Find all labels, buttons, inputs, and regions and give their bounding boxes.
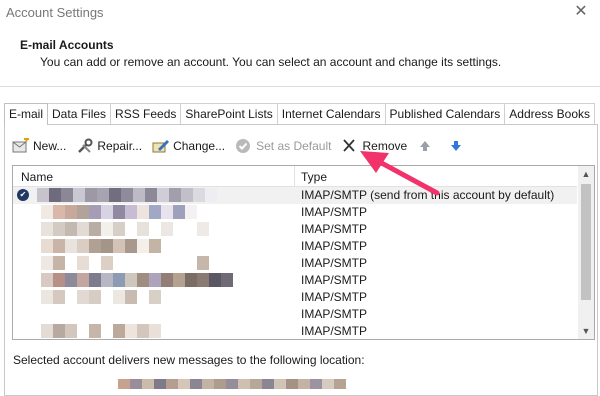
redacted-account-name	[41, 239, 161, 253]
table-row[interactable]: IMAP/SMTP	[13, 272, 577, 289]
title-bar: Account Settings ✕	[0, 0, 600, 26]
tab-sharepoint-lists[interactable]: SharePoint Lists	[180, 103, 278, 124]
scroll-up-button[interactable]: ▲	[578, 166, 594, 182]
tab-internet-calendars[interactable]: Internet Calendars	[276, 103, 386, 124]
new-button[interactable]: New...	[12, 136, 66, 156]
tab-published-calendars[interactable]: Published Calendars	[384, 103, 506, 124]
table-row[interactable]: ✔ IMAP/SMTP (send from this account by d…	[13, 187, 577, 204]
default-account-check-icon: ✔	[17, 189, 29, 201]
table-row[interactable]: IMAP/SMTP	[13, 238, 577, 255]
column-header-name[interactable]: Name	[21, 170, 53, 184]
arrow-up-icon	[420, 141, 431, 151]
column-divider[interactable]	[294, 166, 295, 186]
chevron-down-icon: ▼	[581, 326, 591, 336]
redacted-account-name	[37, 188, 217, 202]
redacted-account-name	[41, 273, 233, 287]
header-divider	[0, 86, 600, 87]
set-as-default-button[interactable]: Set as Default	[235, 136, 331, 156]
change-button[interactable]: Change...	[152, 136, 225, 156]
scroll-down-button[interactable]: ▼	[578, 323, 594, 339]
list-scrollbar[interactable]: ▲ ▼	[578, 166, 594, 339]
column-header-type[interactable]: Type	[301, 170, 327, 184]
remove-button[interactable]: Remove	[341, 136, 407, 156]
accounts-list: Name Type ✔ IMAP/SMTP (send from this ac…	[12, 165, 595, 340]
account-type: IMAP/SMTP	[301, 222, 368, 236]
new-button-label: New...	[33, 139, 67, 153]
chevron-up-icon: ▲	[581, 169, 591, 179]
account-type: IMAP/SMTP	[301, 256, 368, 270]
window-title: Account Settings	[6, 5, 104, 20]
set-as-default-label: Set as Default	[256, 139, 332, 153]
remove-x-icon	[343, 139, 356, 152]
tab-data-files[interactable]: Data Files	[47, 103, 112, 124]
section-description: You can add or remove an account. You ca…	[40, 55, 502, 69]
tab-address-books[interactable]: Address Books	[504, 103, 595, 124]
new-account-icon	[12, 138, 29, 153]
move-up-button[interactable]	[417, 136, 438, 156]
change-settings-icon	[152, 140, 170, 153]
remove-button-label: Remove	[362, 139, 408, 153]
account-type: IMAP/SMTP	[301, 205, 368, 219]
close-button[interactable]: ✕	[570, 2, 592, 22]
delivery-location-label: Selected account delivers new messages t…	[13, 353, 365, 367]
account-type: IMAP/SMTP	[301, 273, 368, 287]
repair-button-label: Repair...	[97, 139, 143, 153]
move-down-button[interactable]	[448, 136, 469, 156]
table-row[interactable]: IMAP/SMTP	[13, 306, 577, 323]
scroll-thumb[interactable]	[581, 184, 591, 300]
list-header: Name Type	[13, 166, 577, 187]
redacted-account-name	[41, 256, 209, 270]
account-type: IMAP/SMTP	[301, 324, 368, 338]
redacted-account-name	[41, 290, 161, 304]
repair-tools-icon	[78, 138, 93, 153]
redacted-account-name	[41, 324, 161, 338]
tab-email[interactable]: E-mail	[4, 103, 49, 125]
redacted-account-name	[41, 222, 209, 236]
account-type: IMAP/SMTP (send from this account by def…	[301, 188, 555, 202]
tab-strip: E-mail Data Files RSS Feeds SharePoint L…	[4, 103, 595, 125]
section-heading: E-mail Accounts	[20, 38, 114, 52]
redacted-account-name	[41, 205, 209, 219]
change-button-label: Change...	[173, 139, 226, 153]
close-icon: ✕	[574, 3, 588, 20]
table-row[interactable]: IMAP/SMTP	[13, 323, 577, 339]
checkmark-circle-icon	[236, 139, 251, 153]
table-row[interactable]: IMAP/SMTP	[13, 204, 577, 221]
table-row[interactable]: IMAP/SMTP	[13, 289, 577, 306]
table-row[interactable]: IMAP/SMTP	[13, 221, 577, 238]
account-type: IMAP/SMTP	[301, 307, 368, 321]
table-row[interactable]: IMAP/SMTP	[13, 255, 577, 272]
account-type: IMAP/SMTP	[301, 290, 368, 304]
tab-rss-feeds[interactable]: RSS Feeds	[110, 103, 182, 124]
redacted-delivery-location	[118, 379, 346, 389]
account-toolbar: New... Repair... Change... Set as Defaul…	[12, 136, 479, 156]
account-type: IMAP/SMTP	[301, 239, 368, 253]
arrow-down-icon	[451, 141, 462, 151]
repair-button[interactable]: Repair...	[76, 136, 142, 156]
